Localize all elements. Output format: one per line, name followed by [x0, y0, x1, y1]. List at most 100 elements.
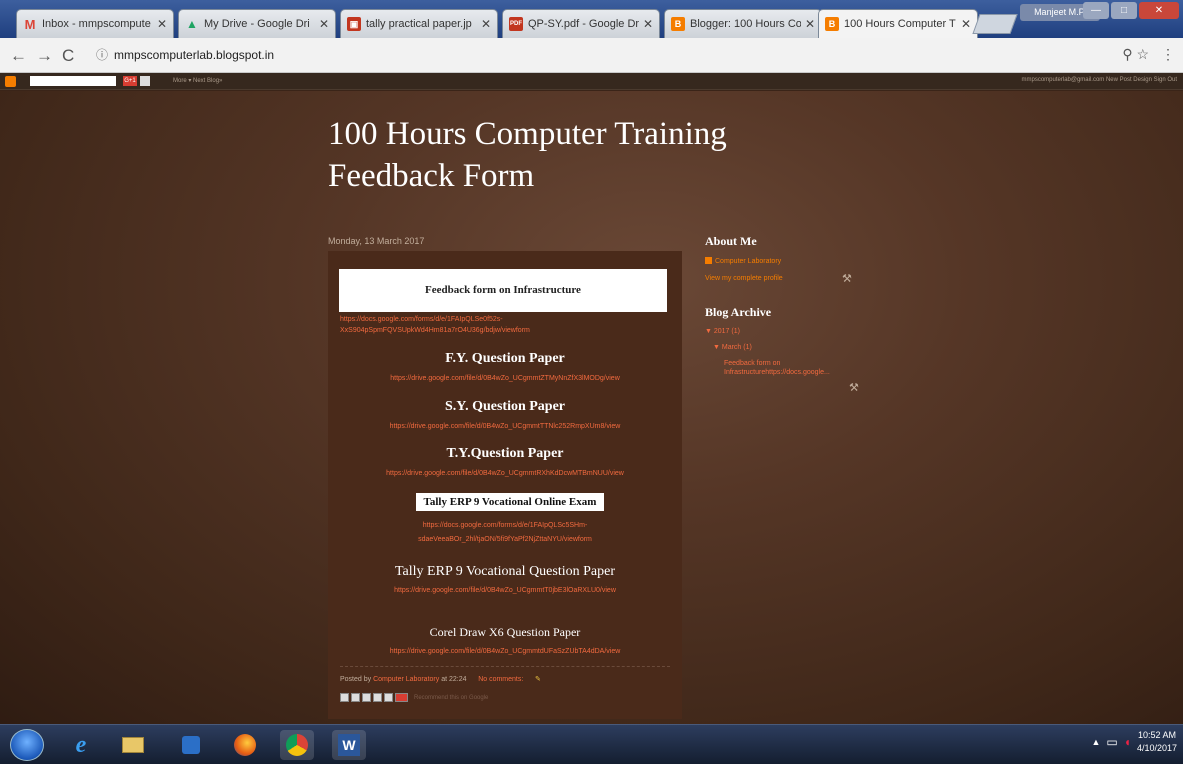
zoom-icon[interactable]: ⚲ — [1122, 46, 1132, 62]
blogger-icon: B — [671, 17, 685, 31]
blogger-profile-icon — [705, 257, 712, 264]
blog-title[interactable]: 100 Hours Computer Training Feedback For… — [328, 113, 848, 197]
edit-pencil-icon[interactable]: ✎ — [535, 676, 541, 683]
close-icon[interactable]: ✕ — [157, 17, 167, 31]
tally-online-exam-link[interactable]: https://docs.google.com/forms/d/e/1FAIpQ… — [398, 519, 612, 547]
infrastructure-form-link[interactable]: https://docs.google.com/forms/d/e/1FAIpQ… — [340, 314, 670, 336]
archive-month-march[interactable]: ▼ March (1) — [713, 344, 752, 351]
browser-tab-bar: M Inbox - mmpscompute ✕ ▲ My Drive - Goo… — [0, 0, 1183, 38]
tab-title: tally practical paper.jp — [366, 18, 472, 30]
volume-icon[interactable]: ◖ — [1124, 735, 1131, 749]
image-icon: ▣ — [347, 17, 361, 31]
wrench-icon[interactable]: ⚒ — [842, 272, 852, 285]
close-window-button[interactable]: ✕ — [1139, 2, 1179, 19]
maximize-button[interactable]: □ — [1111, 2, 1137, 19]
blog-page: 100 Hours Computer Training Feedback For… — [0, 91, 1183, 724]
sy-paper-link[interactable]: https://drive.google.com/file/d/0B4wZo_U… — [328, 423, 682, 430]
chrome-icon[interactable] — [280, 730, 314, 760]
tab-blogger[interactable]: B Blogger: 100 Hours Co ✕ — [664, 9, 822, 38]
windows-taskbar: e W ▲ ▭ ◖ 10:52 AM 4/10/2017 — [0, 724, 1183, 764]
blog-search-input[interactable] — [30, 76, 116, 86]
reload-icon[interactable]: C — [62, 46, 74, 66]
tab-gmail[interactable]: M Inbox - mmpscompute ✕ — [16, 9, 174, 38]
tally-online-exam-heading: Tally ERP 9 Vocational Online Exam — [416, 493, 604, 511]
wrench-icon[interactable]: ⚒ — [849, 381, 859, 394]
corel-heading: Corel Draw X6 Question Paper — [429, 625, 581, 639]
tab-pdf[interactable]: PDF QP-SY.pdf - Google Dr ✕ — [502, 9, 660, 38]
omnibox-actions: ⚲ ☆ ⋮ — [1122, 46, 1175, 63]
archive-post-link[interactable]: Feedback form on Infrastructurehttps://d… — [724, 359, 850, 377]
pinterest-share-icon[interactable] — [384, 693, 393, 702]
corel-paper-link[interactable]: https://drive.google.com/file/d/0B4wZo_U… — [328, 648, 682, 655]
tab-active-blog[interactable]: B 100 Hours Computer T ✕ — [818, 9, 978, 38]
email-share-icon[interactable] — [340, 693, 349, 702]
system-clock[interactable]: 10:52 AM 4/10/2017 — [1137, 729, 1177, 755]
author-link[interactable]: Computer Laboratory — [373, 676, 439, 683]
post-footer: Posted by Computer Laboratory at 22:24 N… — [340, 675, 541, 683]
close-icon[interactable]: ✕ — [643, 17, 653, 31]
ty-heading: T.Y.Question Paper — [446, 446, 564, 461]
minimize-button[interactable]: — — [1083, 2, 1109, 19]
fy-paper-link[interactable]: https://drive.google.com/file/d/0B4wZo_U… — [328, 375, 682, 382]
google-plus-share-icon[interactable] — [395, 693, 408, 702]
pdf-icon: PDF — [509, 17, 523, 31]
network-icon[interactable]: ▭ — [1106, 735, 1117, 749]
close-icon[interactable]: ✕ — [805, 17, 815, 31]
url-input[interactable]: ⓘ mmpscomputerlab.blogspot.in — [92, 44, 1172, 67]
profile-name-link[interactable]: Computer Laboratory — [705, 257, 781, 265]
forward-arrow-icon[interactable]: → — [36, 46, 53, 66]
internet-explorer-icon[interactable]: e — [64, 730, 98, 760]
clock-date: 4/10/2017 — [1136, 743, 1177, 753]
blogger-logo-icon[interactable] — [5, 76, 16, 87]
tab-title: Inbox - mmpscompute — [42, 18, 151, 30]
more-next-blog-links[interactable]: More ▾ Next Blog» — [173, 77, 222, 84]
close-icon[interactable]: ✕ — [481, 17, 491, 31]
google-plus-button[interactable]: G+1 — [123, 76, 137, 86]
post-body: Feedback form on Infrastructure https://… — [328, 251, 682, 719]
tab-title: My Drive - Google Dri — [204, 18, 310, 30]
firefox-icon[interactable] — [228, 730, 262, 760]
ty-paper-link[interactable]: https://drive.google.com/file/d/0B4wZo_U… — [328, 470, 682, 477]
info-icon[interactable]: ⓘ — [96, 48, 108, 62]
profile-name: Computer Laboratory — [715, 258, 782, 265]
sy-heading: S.Y. Question Paper — [444, 399, 566, 414]
drive-icon: ▲ — [186, 17, 198, 31]
media-player-icon[interactable] — [174, 730, 208, 760]
posted-by-label: Posted by — [340, 676, 372, 683]
menu-kebab-icon[interactable]: ⋮ — [1161, 46, 1175, 62]
clock-time: 10:52 AM — [1137, 730, 1176, 740]
share-buttons: Recommend this on Google — [340, 693, 488, 702]
share-button[interactable] — [140, 76, 150, 86]
tab-tally-image[interactable]: ▣ tally practical paper.jp ✕ — [340, 9, 498, 38]
post-date: Monday, 13 March 2017 — [328, 236, 425, 246]
new-tab-button[interactable] — [972, 14, 1018, 34]
bookmark-star-icon[interactable]: ☆ — [1137, 46, 1150, 62]
facebook-share-icon[interactable] — [373, 693, 382, 702]
twitter-share-icon[interactable] — [362, 693, 371, 702]
post-header-banner: Feedback form on Infrastructure — [339, 269, 667, 312]
recommend-note: Recommend this on Google — [414, 694, 489, 701]
blog-archive-heading: Blog Archive — [705, 305, 772, 319]
tray-expand-icon[interactable]: ▲ — [1091, 737, 1100, 747]
tab-drive[interactable]: ▲ My Drive - Google Dri ✕ — [178, 9, 336, 38]
file-explorer-icon[interactable] — [116, 730, 150, 760]
back-arrow-icon[interactable]: ← — [10, 46, 27, 66]
view-profile-link[interactable]: View my complete profile — [705, 275, 783, 282]
archive-year-2017[interactable]: ▼ 2017 (1) — [705, 328, 740, 335]
tab-title: Blogger: 100 Hours Co — [690, 18, 801, 30]
tally-question-link[interactable]: https://drive.google.com/file/d/0B4wZo_U… — [328, 587, 682, 594]
blogthis-share-icon[interactable] — [351, 693, 360, 702]
post-time[interactable]: at 22:24 — [441, 676, 466, 683]
comments-link[interactable]: No comments: — [478, 676, 523, 683]
address-bar: ← → C ⓘ mmpscomputerlab.blogspot.in ⚲ ☆ ⋮ — [0, 38, 1183, 73]
system-tray: ▲ ▭ ◖ 10:52 AM 4/10/2017 — [1091, 729, 1177, 755]
account-links[interactable]: mmpscomputerlab@gmail.com New Post Desig… — [1022, 77, 1177, 83]
tally-question-heading: Tally ERP 9 Vocational Question Paper — [394, 564, 615, 579]
close-icon[interactable]: ✕ — [961, 17, 971, 31]
start-button[interactable] — [10, 729, 44, 761]
blogger-navbar: G+1 More ▾ Next Blog» mmpscomputerlab@gm… — [0, 73, 1183, 90]
post-footer-divider — [340, 666, 670, 667]
word-icon[interactable]: W — [332, 730, 366, 760]
close-icon[interactable]: ✕ — [319, 17, 329, 31]
gmail-icon: M — [24, 16, 36, 32]
